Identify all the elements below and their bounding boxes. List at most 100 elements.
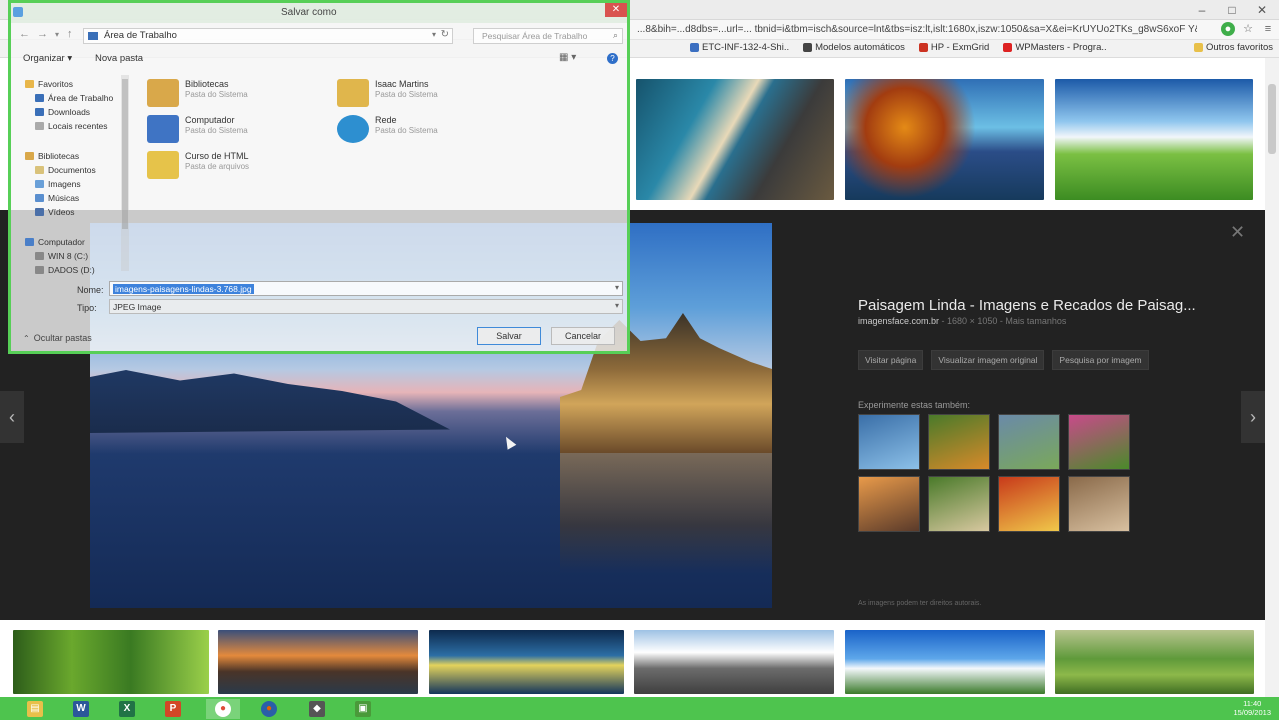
folder-item[interactable]: Bibliotecas Pasta do Sistema [147, 79, 248, 107]
bookmark-item[interactable]: Modelos automáticos [803, 42, 905, 53]
taskbar-app[interactable]: P [156, 699, 190, 719]
related-image[interactable] [858, 414, 920, 470]
image-result-thumbnail[interactable] [1055, 79, 1253, 200]
nav-downloads[interactable]: Downloads [35, 107, 90, 117]
related-image[interactable] [1068, 414, 1130, 470]
source-domain[interactable]: imagensface.com.br [858, 316, 939, 326]
taskbar-app[interactable]: W [64, 699, 98, 719]
scrollbar-thumb[interactable] [1268, 84, 1276, 154]
chevron-down-icon[interactable]: ▾ [615, 283, 619, 292]
folder-item[interactable]: Rede Pasta do Sistema [337, 115, 438, 143]
bookmark-item[interactable]: ETC-INF-132-4-Shi.. [690, 42, 789, 53]
window-controls: – □ ✕ [1187, 0, 1277, 20]
nav-pane-scrollbar[interactable] [121, 75, 129, 271]
other-bookmarks[interactable]: Outros favoritos [1193, 42, 1273, 53]
folder-item[interactable]: Curso de HTML Pasta de arquivos [147, 151, 249, 179]
image-result-thumbnail[interactable] [1055, 630, 1254, 694]
documents-icon [35, 166, 44, 174]
taskbar-app[interactable]: ● [252, 699, 286, 719]
visit-page-button[interactable]: Visitar página [858, 350, 924, 370]
taskbar-app[interactable]: ▣ [346, 699, 380, 719]
up-icon[interactable]: ↑ [67, 28, 73, 40]
nav-computer[interactable]: Computador [25, 237, 85, 247]
filename-value[interactable]: imagens-paisagens-lindas-3.768.jpg [113, 284, 254, 294]
image-result-thumbnail[interactable] [845, 79, 1044, 200]
system-tray-clock[interactable]: 11:40 15/09/2013 [1233, 699, 1271, 717]
path-breadcrumb[interactable]: Área de Trabalho ▾ ↻ [83, 28, 453, 44]
dialog-title-bar[interactable]: Salvar como ✕ [11, 3, 627, 23]
related-image[interactable] [858, 476, 920, 532]
maximize-button[interactable]: □ [1217, 0, 1247, 20]
cancel-button[interactable]: Cancelar [551, 327, 615, 345]
related-image[interactable] [998, 476, 1060, 532]
extension-icon[interactable]: ● [1221, 22, 1235, 36]
related-image[interactable] [928, 476, 990, 532]
save-button[interactable]: Salvar [477, 327, 541, 345]
chevron-down-icon[interactable]: ▾ [432, 30, 436, 39]
dialog-close-button[interactable]: ✕ [605, 3, 627, 17]
nav-videos[interactable]: Vídeos [35, 207, 74, 217]
star-icon[interactable]: ☆ [1241, 22, 1255, 36]
minimize-button[interactable]: – [1187, 0, 1217, 20]
taskbar-app[interactable]: ▤ [18, 699, 52, 719]
image-result-thumbnail[interactable] [634, 630, 834, 694]
bookmark-item[interactable]: HP - ExmGrid [918, 42, 989, 53]
nav-desktop[interactable]: Área de Trabalho [35, 93, 113, 103]
menu-icon[interactable]: ≡ [1261, 22, 1275, 36]
image-result-thumbnail[interactable] [218, 630, 418, 694]
nav-recent[interactable]: Locais recentes [35, 121, 108, 131]
search-by-image-button[interactable]: Pesquisa por imagem [1052, 350, 1149, 370]
filename-label: Nome: [77, 285, 104, 295]
taskbar-app[interactable]: X [110, 699, 144, 719]
preview-title[interactable]: Paisagem Linda - Imagens e Recados de Pa… [858, 297, 1248, 314]
related-image[interactable] [998, 414, 1060, 470]
url-text[interactable]: ...8&bih=...d8dbs=...url=... tbnid=i&tbm… [637, 24, 1197, 35]
chrome-icon [13, 7, 23, 17]
image-result-thumbnail[interactable] [429, 630, 624, 694]
search-placeholder: Pesquisar Área de Trabalho [482, 31, 588, 41]
folder-item[interactable]: Isaac Martins Pasta do Sistema [337, 79, 438, 107]
refresh-icon[interactable]: ↻ [441, 29, 449, 40]
view-options-icon[interactable]: ▦ ▾ [559, 52, 576, 63]
chevron-down-icon[interactable]: ▾ [615, 301, 619, 310]
help-icon[interactable]: ? [607, 53, 618, 64]
nav-favorites[interactable]: Favoritos [25, 79, 73, 89]
next-image-button[interactable]: › [1241, 391, 1265, 443]
close-window-button[interactable]: ✕ [1247, 0, 1277, 20]
drive-icon [35, 252, 44, 260]
taskbar-app[interactable]: ● [206, 699, 240, 719]
recent-dropdown-icon[interactable]: ▾ [55, 30, 59, 39]
new-folder-button[interactable]: Nova pasta [95, 53, 143, 64]
view-original-button[interactable]: Visualizar imagem original [931, 350, 1045, 370]
folder-item[interactable]: Computador Pasta do Sistema [147, 115, 248, 143]
image-result-thumbnail[interactable] [636, 79, 834, 200]
bookmark-item[interactable]: WPMasters - Progra.. [1003, 42, 1107, 53]
nav-drive-c[interactable]: WIN 8 (C:) [35, 251, 88, 261]
hide-folders-toggle[interactable]: ⌃ Ocultar pastas [23, 333, 92, 343]
image-result-thumbnail[interactable] [845, 630, 1045, 694]
folder-search-input[interactable]: Pesquisar Área de Trabalho ⌕ [473, 28, 623, 44]
organize-menu[interactable]: Organizar ▾ [23, 53, 72, 64]
nav-label: Área de Trabalho [48, 93, 114, 103]
scrollbar-thumb[interactable] [122, 79, 128, 229]
nav-music[interactable]: Músicas [35, 193, 79, 203]
previous-image-button[interactable]: ‹ [0, 391, 24, 443]
nav-drive-d[interactable]: DADOS (D:) [35, 265, 95, 275]
page-scrollbar[interactable] [1265, 58, 1279, 698]
filetype-select[interactable]: JPEG Image ▾ [109, 299, 623, 314]
filename-input[interactable]: imagens-paisagens-lindas-3.768.jpg ▾ [109, 281, 623, 296]
pictures-icon [35, 180, 44, 188]
other-bookmarks-label: Outros favoritos [1205, 42, 1273, 53]
nav-documents[interactable]: Documentos [35, 165, 96, 175]
nav-pictures[interactable]: Imagens [35, 179, 81, 189]
taskbar-app[interactable]: ◆ [300, 699, 334, 719]
related-image[interactable] [928, 414, 990, 470]
back-icon[interactable]: ← [19, 28, 30, 40]
close-preview-icon[interactable]: ✕ [1230, 222, 1245, 243]
nav-libraries[interactable]: Bibliotecas [25, 151, 79, 161]
app-icon: ◆ [309, 701, 325, 717]
forward-icon[interactable]: → [37, 28, 48, 40]
image-result-thumbnail[interactable] [13, 630, 209, 694]
related-image[interactable] [1068, 476, 1130, 532]
search-icon: ⌕ [612, 30, 618, 40]
